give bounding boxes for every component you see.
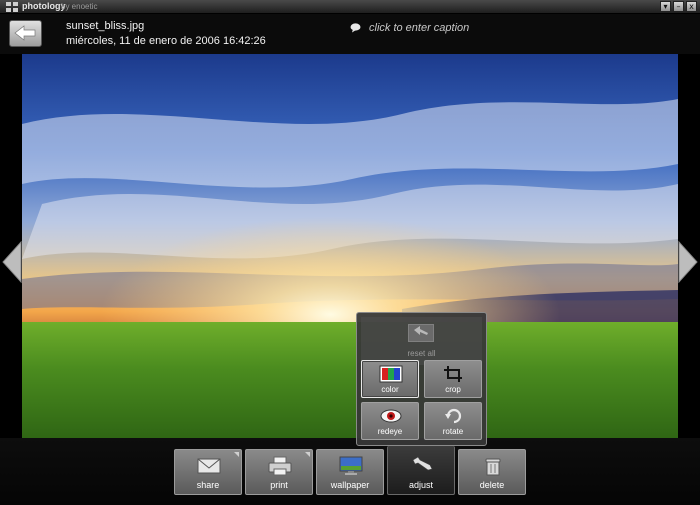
- reset-all-label: reset all: [407, 349, 436, 358]
- color-bars-icon: [379, 365, 403, 383]
- envelope-icon: [197, 458, 221, 474]
- wallpaper-button[interactable]: wallpaper: [316, 449, 384, 495]
- print-button[interactable]: print: [245, 449, 313, 495]
- back-arrow-icon: [14, 25, 36, 41]
- grass-image: [22, 322, 678, 438]
- color-label: color: [381, 385, 399, 394]
- app-vendor: by enoetic: [61, 2, 98, 11]
- print-label: print: [270, 480, 288, 490]
- wrench-icon: [412, 456, 433, 471]
- eye-icon: [380, 409, 402, 423]
- crop-label: crop: [445, 385, 461, 394]
- print-menu-indicator: [305, 452, 310, 457]
- minimize-button[interactable]: –: [673, 1, 684, 12]
- photo-filename: sunset_bliss.jpg: [66, 20, 145, 32]
- photo-header: sunset_bliss.jpg miércoles, 11 de enero …: [0, 14, 700, 54]
- app-name: photology: [22, 1, 66, 11]
- close-button[interactable]: x: [686, 1, 697, 12]
- share-button[interactable]: share: [174, 449, 242, 495]
- window-menu-button[interactable]: ▾: [660, 1, 671, 12]
- title-bar: photology by enoetic ▾ – x: [0, 0, 700, 14]
- crop-icon: [444, 366, 462, 382]
- trash-can-icon: [485, 458, 501, 476]
- reset-all-button[interactable]: reset all: [361, 317, 482, 365]
- reset-arrow-icon: [414, 326, 428, 335]
- sky-image: [22, 54, 678, 334]
- redeye-label: redeye: [377, 427, 403, 436]
- crop-button[interactable]: crop: [424, 360, 482, 398]
- reset-icon-frame: [408, 324, 434, 342]
- rotate-button[interactable]: rotate: [424, 402, 482, 440]
- photo-canvas: [22, 54, 678, 438]
- next-photo-arrow-icon[interactable]: [678, 240, 700, 284]
- photo-datetime: miércoles, 11 de enero de 2006 16:42:26: [66, 35, 266, 47]
- delete-label: delete: [479, 480, 505, 490]
- adjust-label: adjust: [408, 480, 434, 490]
- rotate-icon: [445, 408, 462, 424]
- wallpaper-label: wallpaper: [330, 480, 370, 490]
- rotate-label: rotate: [442, 427, 464, 436]
- previous-photo-arrow-icon[interactable]: [0, 240, 22, 284]
- caption-input[interactable]: click to enter caption: [369, 22, 469, 34]
- share-menu-indicator: [234, 452, 239, 457]
- color-button[interactable]: color: [361, 360, 419, 398]
- back-button[interactable]: [9, 20, 42, 47]
- monitor-icon: [339, 456, 363, 475]
- adjust-panel: reset all color crop redeye rotate: [356, 312, 487, 446]
- app-logo-icon: [6, 2, 18, 12]
- share-label: share: [196, 480, 220, 490]
- printer-icon: [268, 456, 292, 476]
- speech-bubble-icon: [350, 23, 361, 33]
- redeye-button[interactable]: redeye: [361, 402, 419, 440]
- adjust-button[interactable]: adjust: [387, 446, 455, 495]
- delete-button[interactable]: delete: [458, 449, 526, 495]
